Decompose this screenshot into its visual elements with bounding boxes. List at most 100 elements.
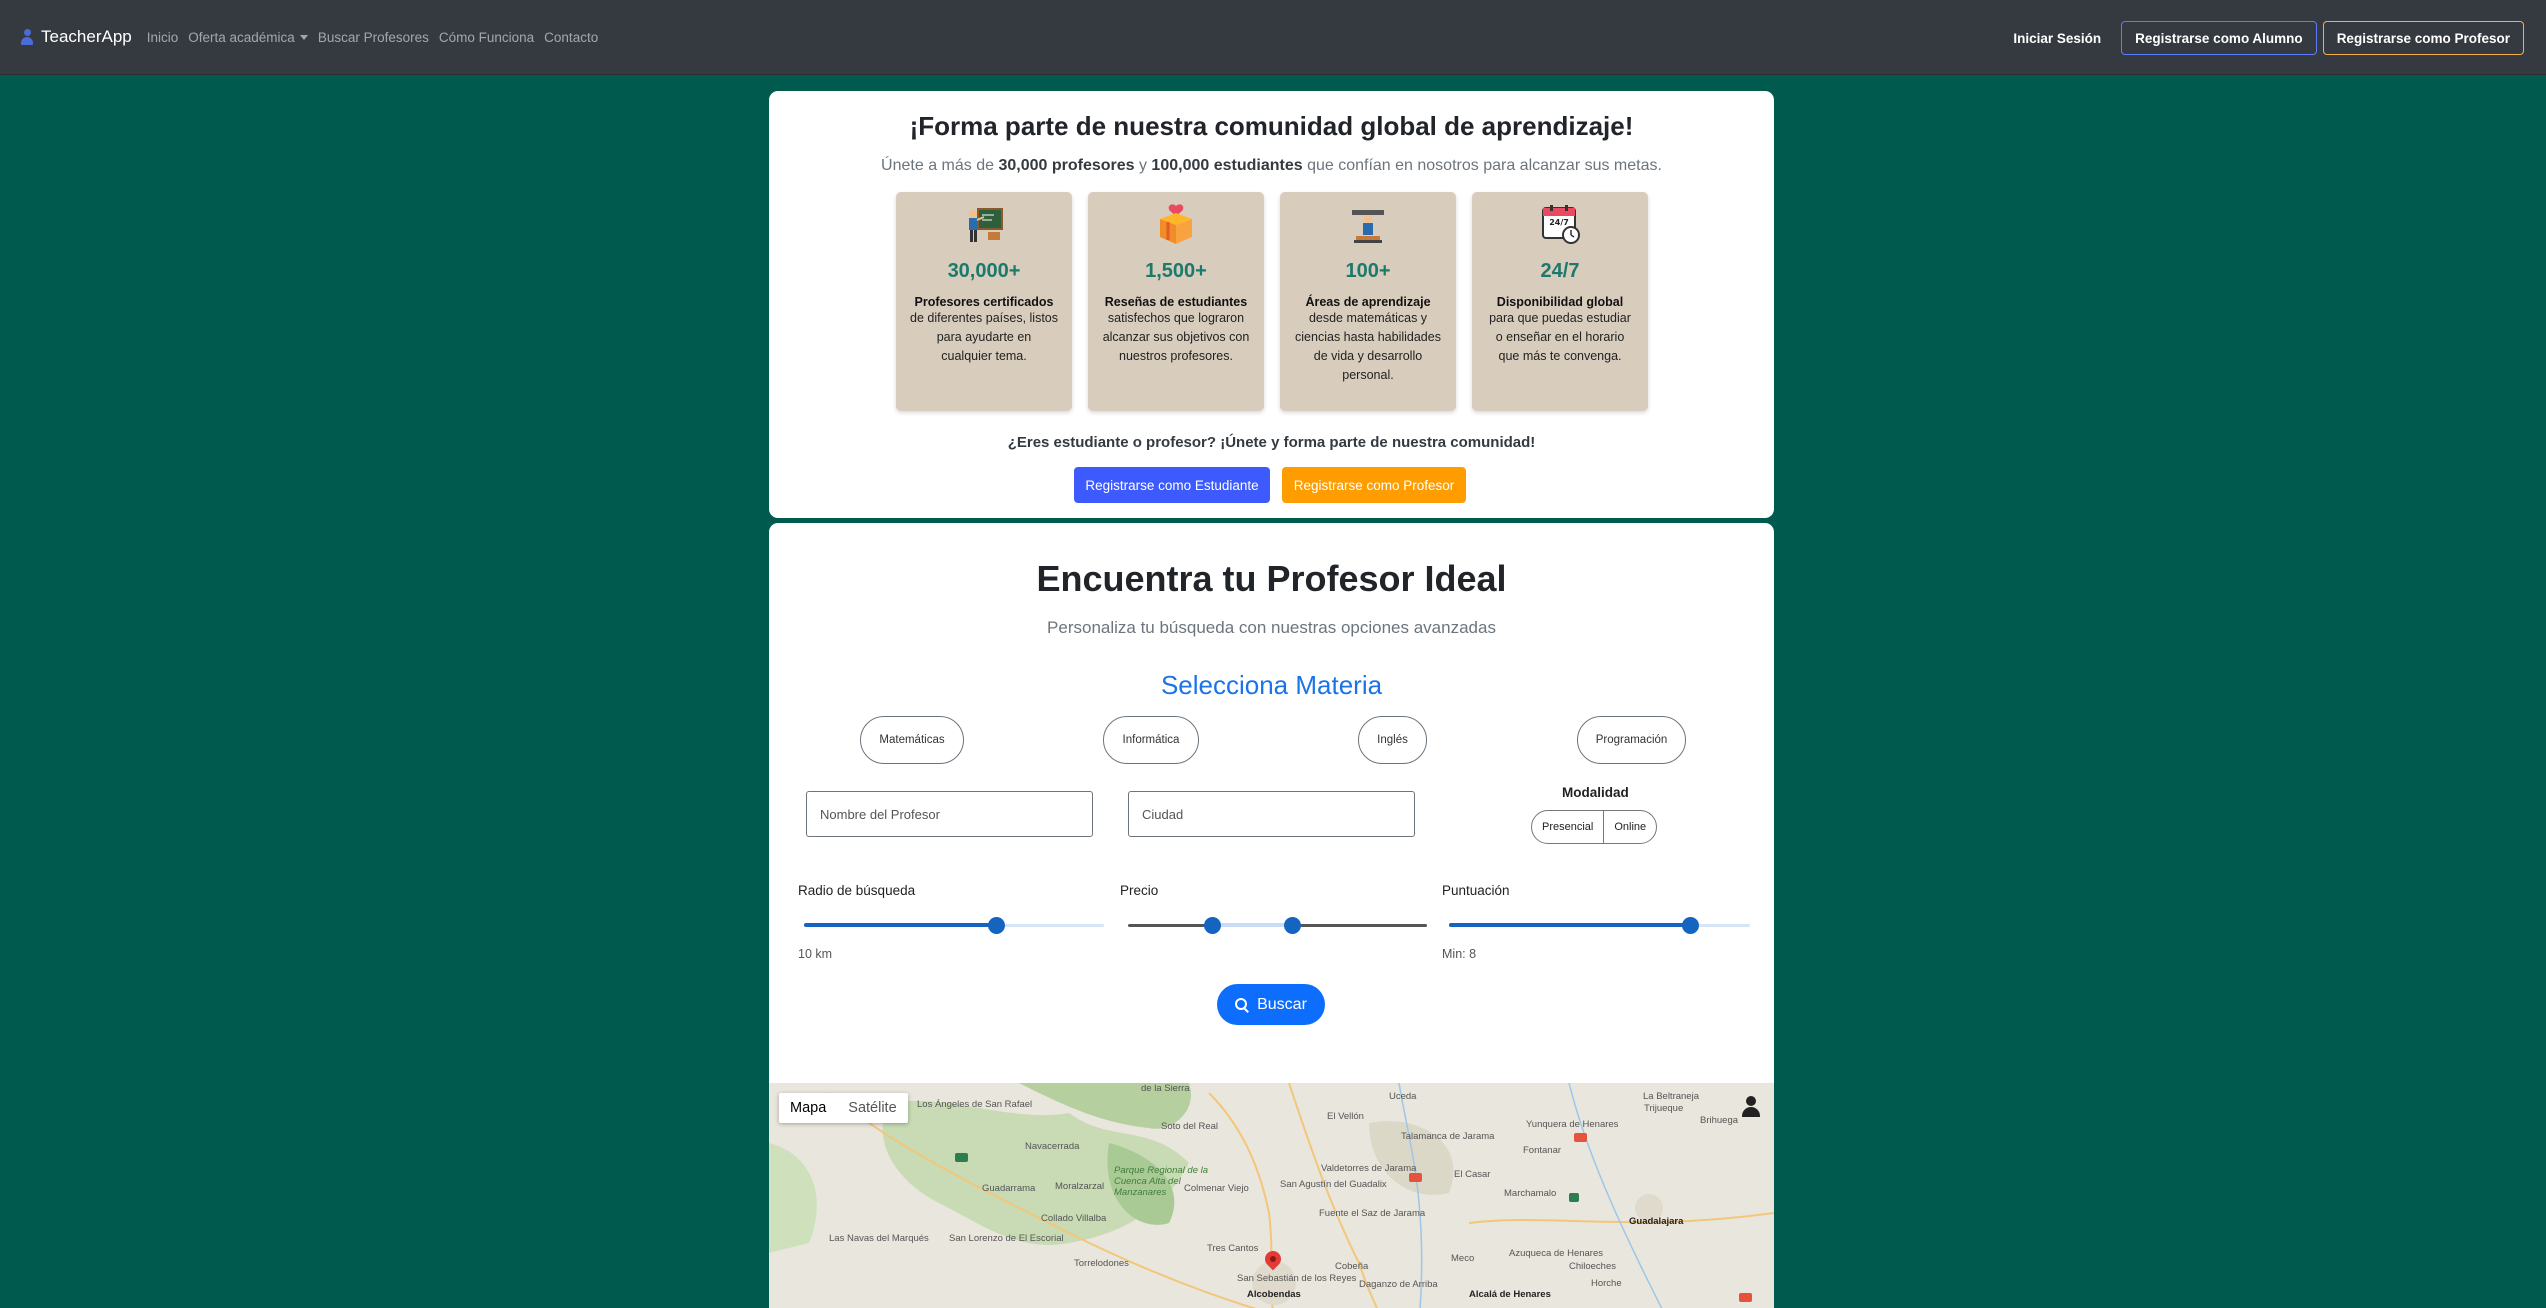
- login-button[interactable]: Iniciar Sesión: [1999, 21, 2115, 55]
- map-label: Alcalá de Henares: [1469, 1289, 1551, 1300]
- subject-chip-ingles[interactable]: Inglés: [1358, 716, 1427, 764]
- search-button-label: Buscar: [1257, 995, 1307, 1013]
- map-label: Azuqueca de Henares: [1509, 1248, 1604, 1259]
- map-tab-satellite[interactable]: Satélite: [837, 1093, 907, 1123]
- map-label: Valdetorres de Jarama: [1321, 1163, 1417, 1174]
- nav-link-oferta-label: Oferta académica: [188, 29, 295, 45]
- map[interactable]: Mapa Satélite de la Sierra Los Ángeles d…: [769, 1083, 1774, 1308]
- search-button[interactable]: Buscar: [1217, 984, 1325, 1025]
- price-max-thumb[interactable]: [1284, 917, 1302, 934]
- nav-link-como-funciona[interactable]: Cómo Funciona: [439, 30, 534, 45]
- rating-slider-thumb[interactable]: [1681, 917, 1699, 934]
- map-label: San Agustín del Guadalix: [1280, 1179, 1387, 1190]
- map-label: Horche: [1591, 1278, 1622, 1289]
- map-label: Moralzarzal: [1055, 1181, 1105, 1192]
- register-teacher-nav-button[interactable]: Registrarse como Profesor: [2322, 21, 2524, 55]
- subject-chip-matematicas[interactable]: Matemáticas: [860, 716, 964, 764]
- map-label: San Sebastián de los Reyes: [1237, 1273, 1357, 1284]
- rating-value: Min: 8: [1442, 947, 1477, 961]
- stat-card-reviews: 1,500+ Reseñas de estudiantes satisfecho…: [1088, 192, 1264, 411]
- subject-chip-informatica[interactable]: Informática: [1103, 716, 1199, 764]
- map-label: San Lorenzo de El Escorial: [949, 1233, 1064, 1244]
- stat-desc: para que puedas estudiar o enseñar en el…: [1489, 311, 1631, 363]
- search-title: Encuentra tu Profesor Ideal: [1036, 558, 1507, 599]
- stat-number: 24/7: [1540, 260, 1580, 282]
- nav-link-contacto[interactable]: Contacto: [544, 30, 598, 45]
- map-label: Trijueque: [1644, 1103, 1684, 1114]
- map-type-tabs: Mapa Satélite: [779, 1093, 908, 1123]
- map-label: Talamanca de Jarama: [1401, 1131, 1495, 1142]
- radius-value: 10 km: [798, 947, 833, 961]
- modality-label: Modalidad: [1562, 785, 1629, 800]
- location-marker-icon[interactable]: [1265, 1251, 1281, 1273]
- stat-desc: desde matemáticas y ciencias hasta habil…: [1295, 311, 1441, 382]
- community-card: ¡Forma parte de nuestra comunidad global…: [769, 91, 1774, 518]
- road-shield-icon: [1569, 1193, 1580, 1202]
- nav-link-buscar[interactable]: Buscar Profesores: [318, 30, 429, 45]
- svg-text:24/7: 24/7: [1549, 218, 1569, 227]
- register-student-nav-button[interactable]: Registrarse como Alumno: [2121, 21, 2317, 55]
- stat-title: Profesores certificados: [914, 295, 1054, 309]
- modality-online-button[interactable]: Online: [1603, 811, 1656, 843]
- lead-teachers: 30,000 profesores: [998, 157, 1135, 174]
- stat-number: 1,500+: [1145, 260, 1207, 282]
- learning-areas-icon: [1346, 202, 1390, 246]
- map-label: Navacerrada: [1025, 1141, 1080, 1152]
- map-label: Alcobendas: [1247, 1289, 1301, 1300]
- map-label: Marchamalo: [1504, 1188, 1557, 1199]
- map-label: Parque Regional de la Cuenca Alta del Ma…: [1114, 1165, 1209, 1198]
- navbar: TeacherApp Inicio Oferta académica Busca…: [0, 0, 2546, 75]
- teacher-name-input[interactable]: Nombre del Profesor: [806, 791, 1093, 837]
- map-label: Las Navas del Marqués: [829, 1233, 929, 1244]
- map-tab-map[interactable]: Mapa: [779, 1093, 837, 1123]
- map-label: Tres Cantos: [1207, 1243, 1259, 1254]
- price-fill: [1211, 923, 1293, 927]
- stat-number: 30,000+: [947, 260, 1021, 282]
- nav-link-oferta[interactable]: Oferta académica: [188, 30, 308, 45]
- modality-toggle: Presencial Online: [1531, 810, 1658, 844]
- nav-link-inicio[interactable]: Inicio: [147, 30, 179, 45]
- map-label: Daganzo de Arriba: [1359, 1279, 1438, 1290]
- road-shield-icon: [1409, 1173, 1422, 1182]
- stat-number: 100+: [1345, 260, 1391, 282]
- rating-label: Puntuación: [1442, 883, 1510, 898]
- map-label: Guadalajara: [1629, 1216, 1684, 1227]
- map-label: Brihuega: [1700, 1115, 1739, 1126]
- map-label: Soto del Real: [1161, 1121, 1219, 1132]
- modality-presencial-button[interactable]: Presencial: [1532, 811, 1603, 843]
- brand[interactable]: TeacherApp: [21, 27, 132, 47]
- lead-and: y: [1134, 157, 1152, 174]
- community-title: ¡Forma parte de nuestra comunidad global…: [909, 111, 1634, 141]
- price-min-thumb[interactable]: [1203, 917, 1221, 934]
- gift-box-icon: [1154, 202, 1198, 246]
- register-teacher-button[interactable]: Registrarse como Profesor: [1282, 467, 1466, 503]
- map-label: El Vellón: [1327, 1111, 1364, 1122]
- map-label: de la Sierra: [1141, 1083, 1190, 1094]
- stat-desc: de diferentes países, listos para ayudar…: [910, 311, 1058, 363]
- subject-chip-programacion[interactable]: Programación: [1577, 716, 1686, 764]
- map-label: Collado Villalba: [1041, 1213, 1107, 1224]
- teacher-icon: [962, 202, 1006, 246]
- map-label: Fontanar: [1523, 1145, 1562, 1156]
- register-student-button[interactable]: Registrarse como Estudiante: [1074, 467, 1270, 503]
- stat-card-availability: 24/7 24/7 Disponibilidad global para que…: [1472, 192, 1648, 411]
- road-shield-icon: [955, 1153, 968, 1162]
- street-view-pegman-icon[interactable]: [1738, 1093, 1764, 1123]
- city-input[interactable]: Ciudad: [1128, 791, 1415, 837]
- search-card: Encuentra tu Profesor Ideal Personaliza …: [769, 523, 1774, 1308]
- rating-fill: [1449, 923, 1690, 927]
- price-label: Precio: [1120, 883, 1159, 898]
- radius-slider-thumb[interactable]: [988, 917, 1005, 934]
- calendar-clock-icon: 24/7: [1538, 202, 1582, 246]
- map-label: Los Ángeles de San Rafael: [917, 1099, 1033, 1110]
- radius-fill: [804, 923, 996, 927]
- search-icon: [1235, 997, 1249, 1012]
- map-label: Torrelodones: [1074, 1258, 1129, 1269]
- radius-label: Radio de búsqueda: [798, 883, 916, 898]
- lead-suffix: que confían en nosotros para alcanzar su…: [1302, 157, 1662, 174]
- subject-heading: Selecciona Materia: [1160, 670, 1383, 700]
- lead-students: 100,000 estudiantes: [1151, 157, 1303, 174]
- map-label: Fuente el Saz de Jarama: [1319, 1208, 1426, 1219]
- map-label: Uceda: [1389, 1091, 1417, 1102]
- stat-card-teachers: 30,000+ Profesores certificados de difer…: [896, 192, 1072, 411]
